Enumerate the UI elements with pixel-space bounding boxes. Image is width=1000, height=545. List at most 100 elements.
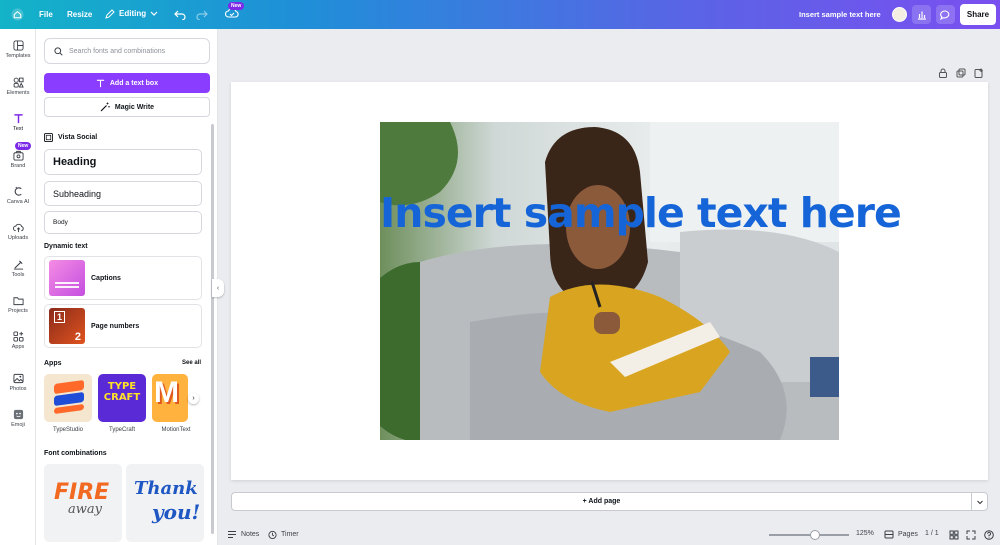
analytics-button[interactable]: [912, 5, 931, 24]
page-numbers-label: Page numbers: [91, 322, 140, 330]
rail-elements[interactable]: Elements: [0, 77, 36, 96]
see-all-link[interactable]: See all: [182, 360, 201, 366]
rail-text[interactable]: Text: [0, 113, 36, 132]
grid-view-icon[interactable]: [949, 530, 959, 540]
timer-button[interactable]: Timer: [268, 530, 299, 539]
app-label: MotionText: [161, 427, 191, 433]
add-page-icon[interactable]: [974, 68, 984, 78]
fullscreen-icon[interactable]: [966, 530, 976, 540]
timer-icon: [268, 530, 277, 539]
rail-label: Text: [12, 126, 24, 132]
add-text-box-button[interactable]: Add a text box: [44, 73, 210, 93]
thumb-number-2: 2: [74, 331, 81, 343]
notes-button[interactable]: Notes: [227, 530, 259, 539]
magic-write-button[interactable]: Magic Write: [44, 97, 210, 117]
notes-icon: [228, 531, 236, 538]
typecraft-logo: TYPE CRAFT: [103, 381, 141, 403]
left-rail: Templates Elements Text New Brand Canva …: [0, 29, 36, 545]
redo-icon[interactable]: [196, 8, 208, 20]
notes-label: Notes: [241, 531, 260, 538]
resize-button[interactable]: Resize: [67, 10, 92, 19]
comments-button[interactable]: [936, 5, 955, 24]
rail-photos[interactable]: Photos: [0, 373, 36, 392]
add-subheading-button[interactable]: Subheading: [44, 181, 202, 206]
top-bar: File Resize Editing New Insert sample te…: [0, 0, 1000, 29]
apps-title: Apps: [44, 360, 62, 367]
bottom-bar: Notes Timer 125% Pages 1 / 1: [219, 523, 1000, 545]
rail-label: Photos: [9, 386, 27, 392]
apps-scroll-right-button[interactable]: ›: [188, 393, 199, 404]
rail-uploads[interactable]: Uploads: [0, 222, 36, 241]
pages-button[interactable]: Pages: [884, 530, 918, 539]
file-menu[interactable]: File: [39, 10, 53, 19]
magic-wand-icon: [100, 102, 110, 112]
text-panel: Search fonts and combinations Add a text…: [36, 29, 218, 545]
font-combo-you: you!: [152, 500, 201, 524]
font-combination-fire-away[interactable]: FIRE away: [44, 464, 122, 542]
document-title[interactable]: Insert sample text here: [799, 10, 881, 19]
page-count: 1 / 1: [925, 530, 939, 537]
rail-label: Canva AI: [6, 199, 30, 205]
canva-ai-icon: [14, 186, 22, 196]
elements-icon: [13, 77, 24, 88]
rail-label: Tools: [11, 272, 25, 278]
captions-thumbnail: [49, 260, 85, 296]
captions-label: Captions: [91, 274, 121, 282]
editing-mode-dropdown[interactable]: Editing: [105, 9, 158, 19]
text-icon: [96, 79, 104, 87]
panel-scrollbar[interactable]: [211, 124, 214, 534]
share-button[interactable]: Share: [960, 4, 996, 25]
home-icon[interactable]: [11, 8, 24, 21]
help-icon[interactable]: [984, 530, 994, 540]
app-motiontext-tile[interactable]: M: [152, 374, 188, 422]
font-search-input[interactable]: Search fonts and combinations: [44, 38, 210, 64]
app-label: TypeStudio: [52, 427, 84, 433]
motiontext-logo: M: [154, 376, 179, 409]
rail-canva-ai[interactable]: Canva AI: [0, 186, 36, 205]
rail-apps[interactable]: Apps: [0, 331, 36, 350]
add-page-options-button[interactable]: [971, 492, 988, 511]
font-combination-thank-you[interactable]: Thank you!: [126, 464, 204, 542]
timer-label: Timer: [281, 531, 299, 538]
add-body-button[interactable]: Body: [44, 211, 202, 234]
add-heading-button[interactable]: Heading: [44, 149, 202, 175]
canvas-text-element[interactable]: Insert sample text here: [380, 189, 902, 237]
rail-templates[interactable]: Templates: [0, 40, 36, 59]
lock-icon[interactable]: [938, 68, 948, 78]
app-typestudio-tile[interactable]: [44, 374, 92, 422]
zoom-level[interactable]: 125%: [856, 530, 874, 537]
zoom-slider[interactable]: [769, 534, 849, 536]
search-icon: [54, 46, 63, 56]
app-typecraft-tile[interactable]: TYPE CRAFT: [98, 374, 146, 422]
rail-label: Elements: [6, 90, 30, 96]
page-tools: [938, 68, 984, 78]
add-text-box-label: Add a text box: [109, 79, 159, 87]
collapse-panel-button[interactable]: ‹: [212, 279, 224, 297]
brand-new-badge: New: [15, 142, 32, 150]
rail-emoji[interactable]: Emoji: [0, 409, 36, 428]
rail-label: Projects: [8, 308, 28, 314]
duplicate-icon[interactable]: [956, 68, 966, 78]
pages-icon: [884, 530, 894, 539]
undo-icon[interactable]: [174, 8, 186, 20]
zoom-slider-handle[interactable]: [810, 530, 821, 540]
avatar[interactable]: [892, 7, 907, 22]
rail-label: Templates: [5, 53, 31, 59]
photo-element[interactable]: [380, 122, 839, 440]
add-page-button[interactable]: + Add page: [231, 492, 972, 511]
new-badge: New: [228, 2, 245, 10]
brand-icon: [12, 150, 24, 161]
brand-kit-name: Vista Social: [58, 134, 98, 141]
emoji-icon: [13, 409, 23, 420]
rail-label: Apps: [11, 344, 25, 350]
font-combo-thank: Thank: [134, 478, 198, 499]
search-placeholder: Search fonts and combinations: [69, 47, 166, 55]
rail-label: Brand: [10, 163, 26, 169]
captions-card[interactable]: Captions: [44, 256, 202, 300]
rail-tools[interactable]: Tools: [0, 259, 36, 278]
page-numbers-card[interactable]: 1 2 Page numbers: [44, 304, 202, 348]
pencil-icon: [105, 9, 115, 19]
magic-write-label: Magic Write: [114, 103, 155, 111]
rail-brand[interactable]: Brand: [0, 150, 36, 169]
rail-projects[interactable]: Projects: [0, 295, 36, 314]
